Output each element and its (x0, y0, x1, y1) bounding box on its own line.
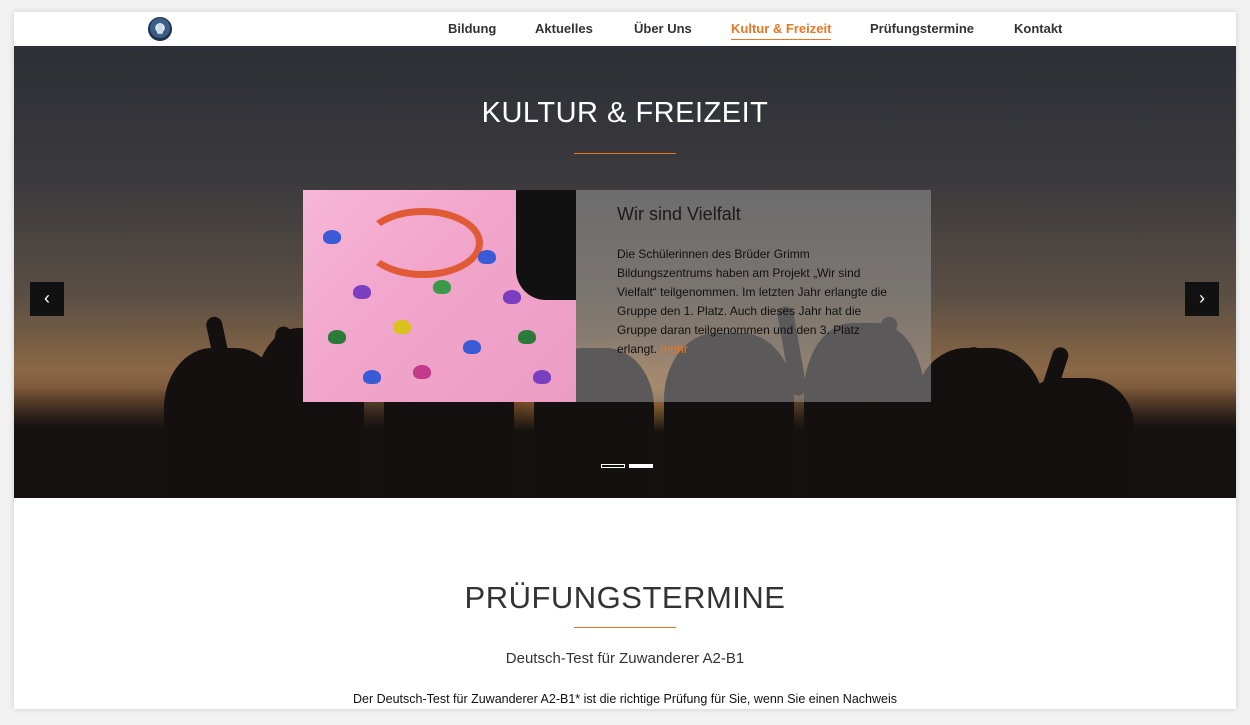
hero-slider: KULTUR & FREIZEIT Wir sind Vielfalt Die … (14, 46, 1236, 498)
slider-prev-button[interactable]: ‹ (30, 282, 64, 316)
top-navbar: Bildung Aktuelles Über Uns Kultur & Frei… (14, 12, 1236, 46)
hero-title: KULTUR & FREIZEIT (481, 97, 769, 129)
slider-dot-2[interactable] (629, 464, 653, 468)
hero-title-underline (574, 153, 676, 154)
slider-indicators (601, 464, 661, 468)
nav-item-aktuelles[interactable]: Aktuelles (535, 21, 593, 36)
slide-body: Die Schülerinnen des Brüder Grimm Bildun… (617, 245, 889, 359)
slide-heading: Wir sind Vielfalt (617, 204, 741, 224)
browser-page: Bildung Aktuelles Über Uns Kultur & Frei… (14, 12, 1236, 709)
pruefungstermine-text: Der Deutsch-Test für Zuwanderer A2-B1* i… (352, 692, 897, 706)
slide-image-handprints[interactable] (303, 190, 576, 402)
slider-dot-1[interactable] (601, 464, 625, 468)
nav-item-bildung[interactable]: Bildung (448, 21, 496, 36)
pruefungstermine-title: PRÜFUNGSTERMINE (464, 580, 786, 615)
slider-next-button[interactable]: › (1185, 282, 1219, 316)
nav-item-kultur-freizeit[interactable]: Kultur & Freizeit (731, 21, 832, 40)
chevron-left-icon: ‹ (44, 288, 50, 308)
slide-text-panel: Wir sind Vielfalt Die Schülerinnen des B… (576, 190, 931, 402)
nav-item-ueber-uns[interactable]: Über Uns (634, 21, 692, 36)
nav-item-kontakt[interactable]: Kontakt (1014, 21, 1062, 36)
nav-item-pruefungstermine[interactable]: Prüfungstermine (870, 21, 974, 36)
main-nav: Bildung Aktuelles Über Uns Kultur & Frei… (14, 12, 1236, 46)
pruefungstermine-title-underline (574, 627, 676, 628)
pruefungstermine-subtitle: Deutsch-Test für Zuwanderer A2-B1 (505, 650, 745, 667)
slide-body-text: Die Schülerinnen des Brüder Grimm Bildun… (617, 247, 887, 356)
slide-more-link[interactable]: mehr (660, 342, 687, 356)
slide-card: Wir sind Vielfalt Die Schülerinnen des B… (303, 190, 931, 402)
chevron-right-icon: › (1199, 288, 1205, 308)
